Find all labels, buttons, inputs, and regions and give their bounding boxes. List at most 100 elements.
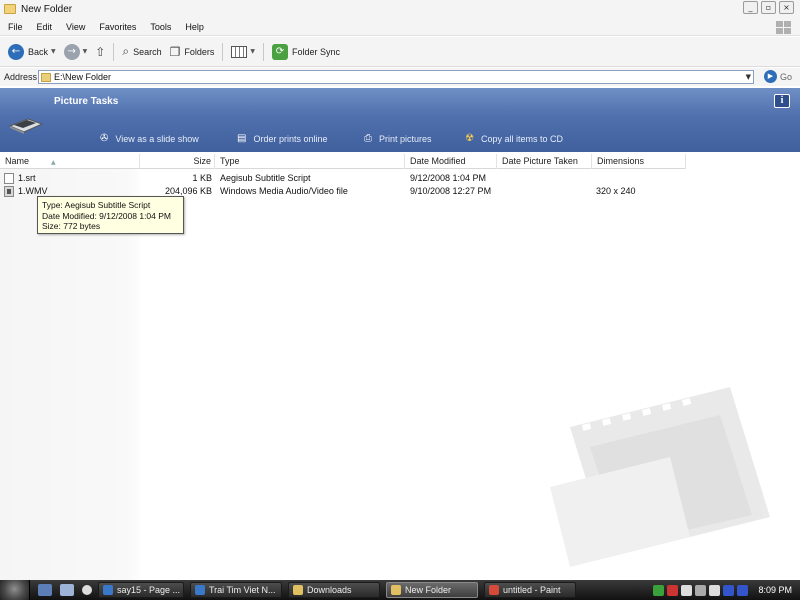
tray-flag-icon[interactable] xyxy=(653,584,665,596)
film-reel-icon: ✇ xyxy=(100,133,109,144)
taskbar-task[interactable]: Downloads xyxy=(288,582,380,598)
toolbar-separator xyxy=(113,42,115,61)
column-type[interactable]: Type xyxy=(215,154,405,169)
tooltip-type: Type: Aegisub Subtitle Script xyxy=(42,200,151,210)
forward-arrow-icon: → xyxy=(63,43,80,60)
tray-media-icon[interactable] xyxy=(723,584,735,596)
file-list-area[interactable]: Name ▲ Size Type Date Modified Date Pictu… xyxy=(0,152,800,580)
quick-launch-ie-icon[interactable] xyxy=(38,584,52,596)
task-order-prints-label: Order prints online xyxy=(253,133,328,144)
column-date-picture-taken[interactable]: Date Picture Taken xyxy=(497,154,592,169)
title-bar: New Folder _ ▫ × xyxy=(0,0,800,18)
task-copy-to-cd-label: Copy all items to CD xyxy=(480,133,563,144)
up-folder-icon: ⇧ xyxy=(95,44,106,59)
search-label: Search xyxy=(133,46,162,57)
column-name[interactable]: Name ▲ xyxy=(0,154,140,169)
address-box[interactable]: ▼ xyxy=(38,70,754,84)
document-icon xyxy=(4,173,14,184)
close-button[interactable]: × xyxy=(779,1,794,14)
column-size[interactable]: Size xyxy=(140,154,215,169)
task-slide-show-label: View as a slide show xyxy=(115,133,199,144)
task-copy-to-cd[interactable]: ☢ Copy all items to CD xyxy=(465,133,563,144)
clock[interactable]: 8:09 PM xyxy=(758,585,792,595)
folders-label: Folders xyxy=(184,46,215,57)
folder-icon xyxy=(41,72,51,82)
column-name-label: Name xyxy=(5,156,30,166)
column-size-label: Size xyxy=(193,156,211,166)
file-date-modified: 9/12/2008 1:04 PM xyxy=(410,173,487,183)
file-name: 1.srt xyxy=(18,173,36,183)
tray-security-icon[interactable] xyxy=(667,584,679,596)
address-dropdown-icon[interactable]: ▼ xyxy=(746,71,751,83)
menu-tools[interactable]: Tools xyxy=(150,22,171,32)
address-input[interactable] xyxy=(54,72,744,82)
info-icon[interactable]: i xyxy=(774,94,790,108)
menu-favorites[interactable]: Favorites xyxy=(99,22,136,32)
browser-icon xyxy=(103,585,113,595)
minimize-button[interactable]: _ xyxy=(743,1,758,14)
column-dimensions[interactable]: Dimensions xyxy=(592,154,686,169)
forward-dropdown-icon[interactable]: ▼ xyxy=(83,48,88,55)
folders-icon: ❐ xyxy=(169,44,181,59)
quick-launch-media-icon[interactable] xyxy=(82,585,92,595)
tray-safely-remove-icon[interactable] xyxy=(709,584,721,596)
go-arrow-icon: ▶ xyxy=(763,70,777,83)
file-row[interactable]: 1.srt 1 KB Aegisub Subtitle Script 9/12/… xyxy=(0,172,686,185)
maximize-button[interactable]: ▫ xyxy=(761,1,776,14)
taskbar-task[interactable]: untitled - Paint xyxy=(484,582,576,598)
file-date-modified: 9/10/2008 12:27 PM xyxy=(410,186,492,196)
start-button[interactable] xyxy=(0,580,30,600)
views-dropdown-icon[interactable]: ▼ xyxy=(250,48,255,55)
order-prints-icon: ▤ xyxy=(237,133,247,144)
address-bar: Address ▼ ▶ Go xyxy=(0,68,800,86)
window-title: New Folder xyxy=(21,3,73,15)
back-dropdown-icon[interactable]: ▼ xyxy=(51,48,56,55)
file-info-tooltip: Type: Aegisub Subtitle Script Date Modif… xyxy=(37,196,184,234)
back-button[interactable]: ← Back ▼ xyxy=(8,43,56,60)
folder-sync-button[interactable]: ⟳ Folder Sync xyxy=(272,43,340,60)
column-type-label: Type xyxy=(220,156,240,166)
taskbar-task-active[interactable]: New Folder xyxy=(386,582,478,598)
tray-network-icon[interactable] xyxy=(681,584,693,596)
taskbar-task-label: say15 - Page ... xyxy=(117,585,181,595)
task-order-prints[interactable]: ▤ Order prints online xyxy=(237,133,328,144)
task-slide-show[interactable]: ✇ View as a slide show xyxy=(100,133,199,144)
taskbar-task[interactable]: say15 - Page ... xyxy=(98,582,184,598)
column-date-modified[interactable]: Date Modified xyxy=(405,154,497,169)
file-type: Windows Media Audio/Video file xyxy=(220,186,348,196)
menu-file[interactable]: File xyxy=(8,22,23,32)
menu-edit[interactable]: Edit xyxy=(37,22,53,32)
sort-ascending-icon: ▲ xyxy=(51,159,56,166)
column-header-row: Name ▲ Size Type Date Modified Date Pictu… xyxy=(0,154,686,169)
quick-launch-desktop-icon[interactable] xyxy=(60,584,74,596)
menu-view[interactable]: View xyxy=(66,22,85,32)
views-button[interactable]: ▼ xyxy=(231,45,255,58)
tray-volume-icon[interactable] xyxy=(695,584,707,596)
folders-button[interactable]: ❐ Folders xyxy=(170,45,215,59)
video-file-icon xyxy=(4,186,14,197)
taskbar-task-label: Downloads xyxy=(307,585,352,595)
picture-tasks-title: Picture Tasks xyxy=(54,96,119,107)
back-label: Back xyxy=(28,46,49,57)
taskbar-task-label: untitled - Paint xyxy=(503,585,561,595)
column-dimensions-label: Dimensions xyxy=(597,156,645,166)
taskbar-task[interactable]: Trai Tim Viet N... xyxy=(190,582,282,598)
task-print-pictures[interactable]: ⎙ Print pictures xyxy=(364,133,432,144)
forward-button[interactable]: → ▼ xyxy=(63,43,88,60)
taskbar-task-label: New Folder xyxy=(405,585,452,595)
tray-display-icon[interactable] xyxy=(737,584,749,596)
up-button[interactable]: ⇧ xyxy=(95,45,105,59)
file-size: 1 KB xyxy=(192,173,212,183)
cd-burn-icon: ☢ xyxy=(465,133,474,144)
search-button[interactable]: ⌕ Search xyxy=(122,44,161,59)
menu-help[interactable]: Help xyxy=(185,22,204,32)
go-button[interactable]: ▶ Go xyxy=(763,70,792,83)
paint-icon xyxy=(489,585,499,595)
go-label: Go xyxy=(779,71,792,82)
address-label: Address xyxy=(4,72,38,82)
browser-icon xyxy=(195,585,205,595)
printer-icon: ⎙ xyxy=(364,133,372,144)
tooltip-date-modified: Date Modified: 9/12/2008 1:04 PM xyxy=(42,210,171,221)
window-controls: _ ▫ × xyxy=(743,1,794,14)
magnifier-icon: ⌕ xyxy=(122,44,130,58)
